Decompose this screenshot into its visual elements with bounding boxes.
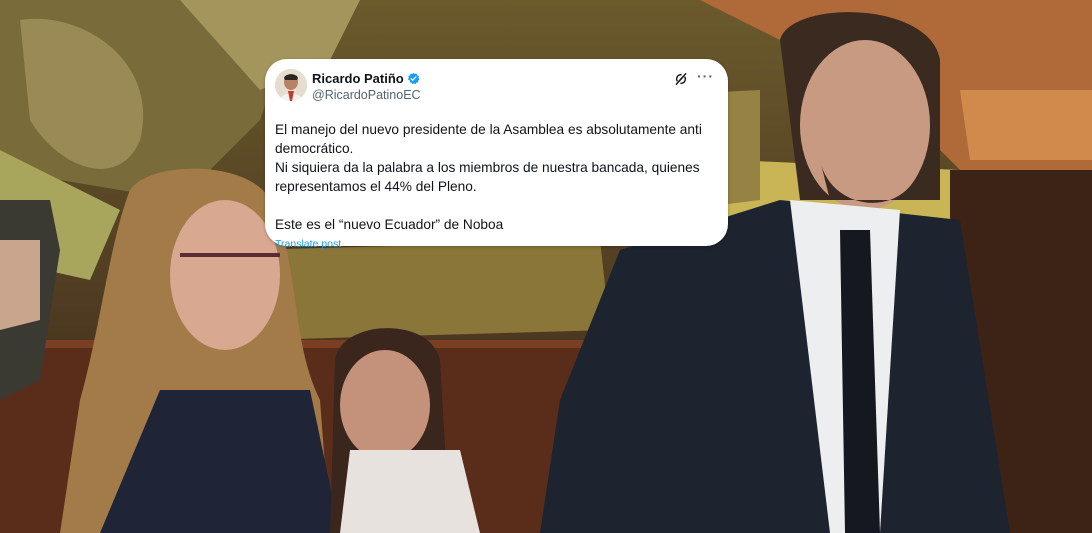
author-info: Ricardo Patiño @RicardoPatinoEC bbox=[312, 69, 421, 103]
tweet-header: Ricardo Patiño @RicardoPatinoEC ··· bbox=[275, 69, 716, 109]
tweet-line-break bbox=[275, 196, 716, 215]
tweet-text: El manejo del nuevo presidente de la Asa… bbox=[275, 120, 716, 234]
tweet-line: El manejo del nuevo presidente de la Asa… bbox=[275, 122, 702, 156]
verified-badge-icon bbox=[407, 72, 420, 84]
tweet-line: Ni siquiera da la palabra a los miembros… bbox=[275, 160, 700, 194]
display-name[interactable]: Ricardo Patiño bbox=[312, 71, 404, 86]
grok-icon[interactable] bbox=[674, 72, 688, 86]
avatar-portrait-icon bbox=[275, 69, 307, 101]
translate-post-link[interactable]: Translate post bbox=[275, 238, 341, 250]
more-options-icon[interactable]: ··· bbox=[697, 69, 714, 83]
tweet-line: Este es el “nuevo Ecuador” de Noboa bbox=[275, 217, 504, 232]
avatar[interactable] bbox=[275, 69, 307, 101]
photo-background: Ricardo Patiño @RicardoPatinoEC ··· El m… bbox=[0, 0, 1092, 533]
handle[interactable]: @RicardoPatinoEC bbox=[312, 88, 421, 102]
tweet-card[interactable]: Ricardo Patiño @RicardoPatinoEC ··· El m… bbox=[265, 59, 728, 250]
